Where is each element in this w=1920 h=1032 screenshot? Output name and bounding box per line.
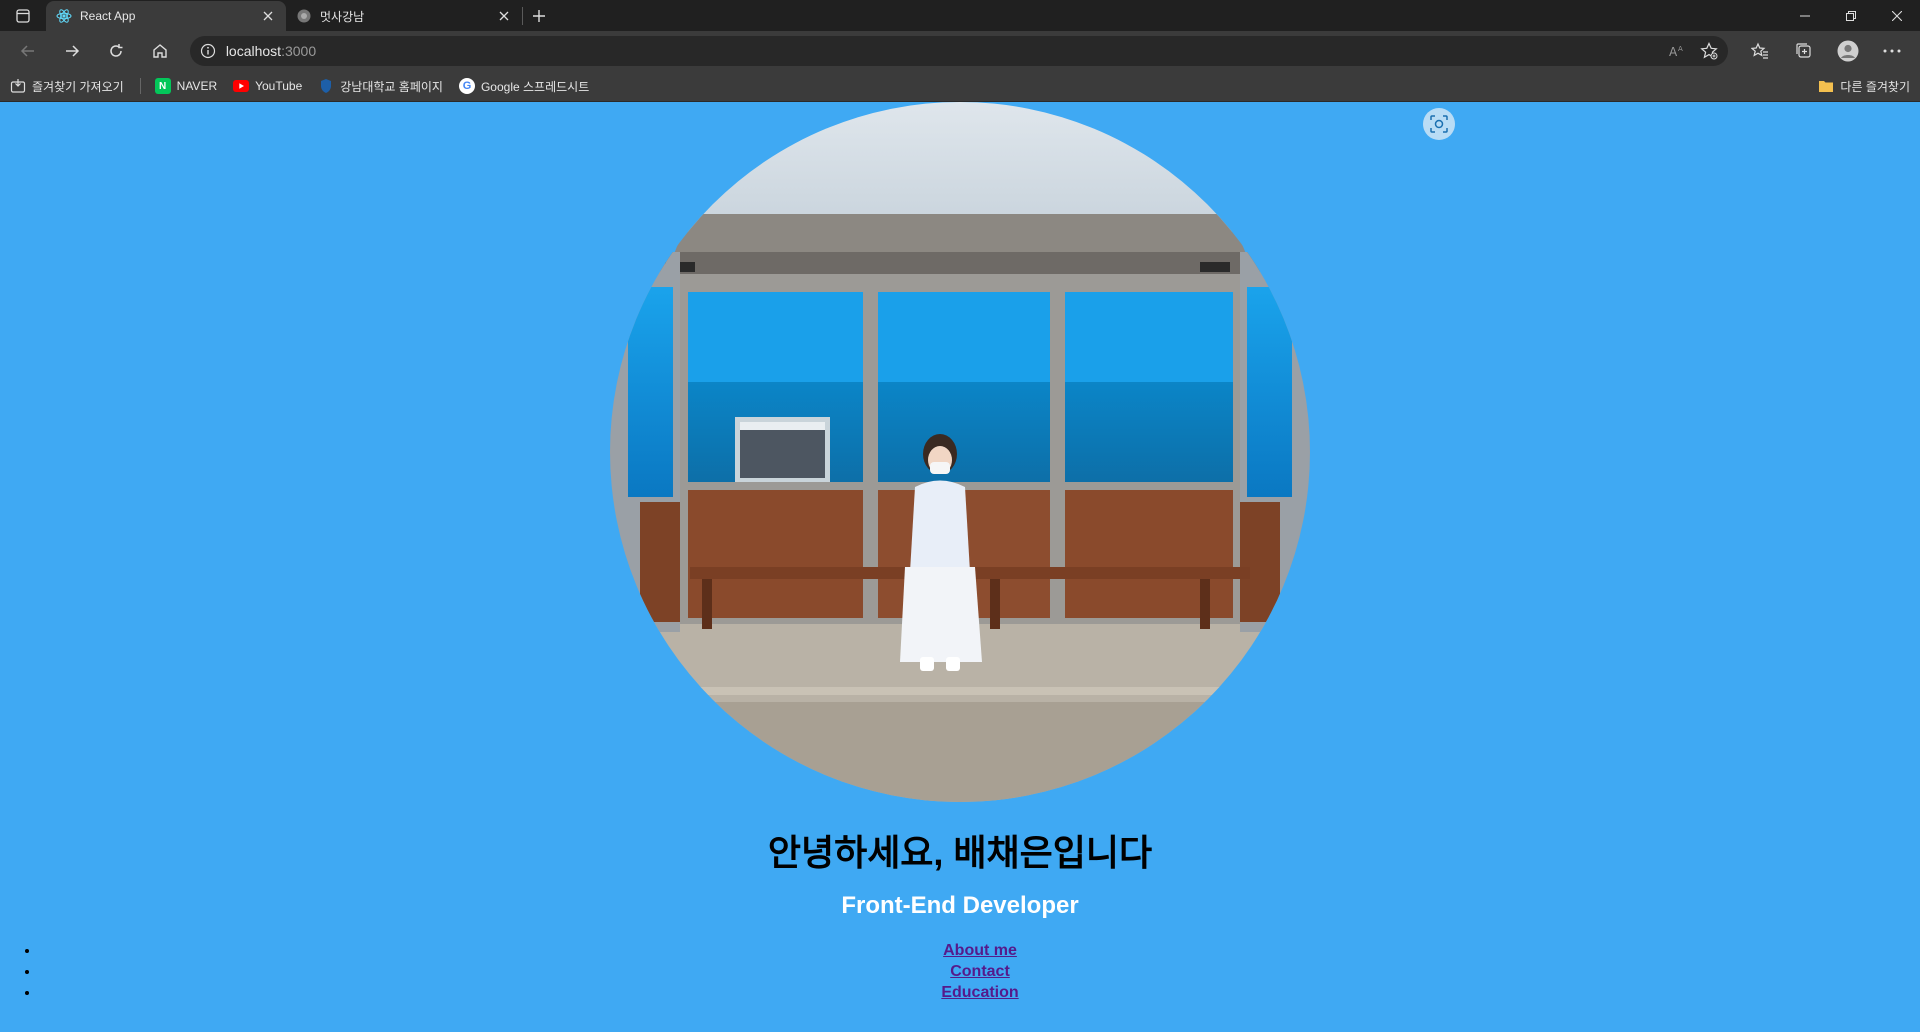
home-button[interactable] <box>138 35 182 67</box>
bookmark-kangnam-university[interactable]: 강남대학교 홈페이지 <box>318 78 443 95</box>
tab-title: React App <box>80 9 136 23</box>
read-aloud-icon[interactable]: AA <box>1668 43 1686 59</box>
svg-text:A: A <box>1669 45 1678 59</box>
window-controls <box>1782 0 1920 31</box>
back-button[interactable] <box>6 35 50 67</box>
profile-photo <box>610 102 1310 802</box>
list-item: Contact <box>40 963 1920 984</box>
favorites-button[interactable] <box>1738 35 1782 67</box>
minimize-button[interactable] <box>1782 0 1828 31</box>
contact-link[interactable]: Contact <box>950 963 1010 980</box>
profile-nav-list: About me Contact Education <box>40 942 1920 1005</box>
collections-button[interactable] <box>1782 35 1826 67</box>
tab-actions-icon <box>16 8 30 23</box>
profile-button[interactable] <box>1826 35 1870 67</box>
bookmark-label: YouTube <box>255 79 303 93</box>
refresh-button[interactable] <box>94 35 138 67</box>
google-icon: G <box>458 78 475 94</box>
loading-icon <box>297 9 311 23</box>
visual-search-icon <box>1430 115 1448 133</box>
restore-icon <box>1846 10 1856 21</box>
page-content: 안녕하세요, 배채은입니다 Front-End Developer About … <box>0 102 1920 1032</box>
forward-arrow-icon <box>65 45 79 57</box>
bookmark-separator <box>139 78 141 94</box>
address-bar[interactable]: localhost:3000 AA <box>189 36 1729 66</box>
tab-title: 멋사강남 <box>320 9 365 24</box>
tab-react-app[interactable]: React App <box>46 1 286 31</box>
restore-button[interactable] <box>1828 0 1874 31</box>
bookmark-label: 강남대학교 홈페이지 <box>340 79 443 94</box>
url-text: localhost:3000 <box>226 43 316 59</box>
youtube-icon <box>233 78 250 94</box>
toolbar-right <box>1738 35 1914 67</box>
collections-icon <box>1796 43 1811 58</box>
info-icon[interactable] <box>200 43 216 59</box>
forward-button[interactable] <box>50 35 94 67</box>
bookmark-naver[interactable]: N NAVER <box>154 78 218 94</box>
close-window-button[interactable] <box>1874 0 1920 31</box>
address-bar-actions: AA <box>1668 42 1718 60</box>
about-me-link[interactable]: About me <box>943 942 1017 959</box>
minimize-icon <box>1800 15 1810 16</box>
bookmarks-bar: 즐겨찾기 가져오기 N NAVER YouTube 강남대학교 홈페이지 G G… <box>0 71 1920 102</box>
add-favorite-star-icon[interactable] <box>1700 42 1718 60</box>
bookmark-youtube[interactable]: YouTube <box>233 78 302 94</box>
bookmark-label: 다른 즐겨찾기 <box>1840 79 1910 94</box>
plus-icon <box>533 10 545 22</box>
shield-icon <box>318 78 334 94</box>
close-icon <box>1892 10 1902 21</box>
education-link[interactable]: Education <box>941 984 1018 1001</box>
role-subtitle: Front-End Developer <box>841 892 1079 919</box>
folder-icon <box>1818 78 1834 94</box>
list-item: About me <box>40 942 1920 963</box>
other-bookmarks[interactable]: 다른 즐겨찾기 <box>1818 78 1910 95</box>
bus-stop-photo <box>610 102 1310 802</box>
refresh-icon <box>110 44 123 57</box>
close-tab-icon[interactable] <box>260 8 276 24</box>
bookmark-label: Google 스프레드시트 <box>480 79 590 94</box>
more-dots-icon <box>1883 49 1901 53</box>
bookmark-label: 즐겨찾기 가져오기 <box>32 79 124 94</box>
home-icon <box>153 44 167 58</box>
bookmark-google-sheets[interactable]: G Google 스프레드시트 <box>458 78 590 95</box>
tab-actions-button[interactable] <box>0 0 46 31</box>
greeting-heading: 안녕하세요, 배채은입니다 <box>767 832 1153 873</box>
new-tab-button[interactable] <box>523 1 555 31</box>
visual-search-button[interactable] <box>1423 108 1455 140</box>
bookmark-import[interactable]: 즐겨찾기 가져오기 <box>10 78 124 95</box>
browser-toolbar: localhost:3000 AA <box>0 31 1920 71</box>
close-tab-icon[interactable] <box>496 8 512 24</box>
tab-strip: React App 멋사강남 <box>0 0 1920 31</box>
bookmark-label: NAVER <box>176 79 218 93</box>
list-item: Education <box>40 984 1920 1005</box>
import-icon <box>10 78 26 94</box>
settings-more-button[interactable] <box>1870 35 1914 67</box>
tab-mutsa-gangnam[interactable]: 멋사강남 <box>286 1 522 31</box>
back-arrow-icon <box>20 45 34 57</box>
naver-icon: N <box>154 78 171 94</box>
react-icon <box>56 9 72 23</box>
svg-text:A: A <box>1678 45 1683 53</box>
url-host: localhost <box>225 43 282 59</box>
url-port: :3000 <box>281 43 317 59</box>
favorites-list-icon <box>1751 42 1769 59</box>
profile-avatar-icon <box>1837 40 1859 62</box>
